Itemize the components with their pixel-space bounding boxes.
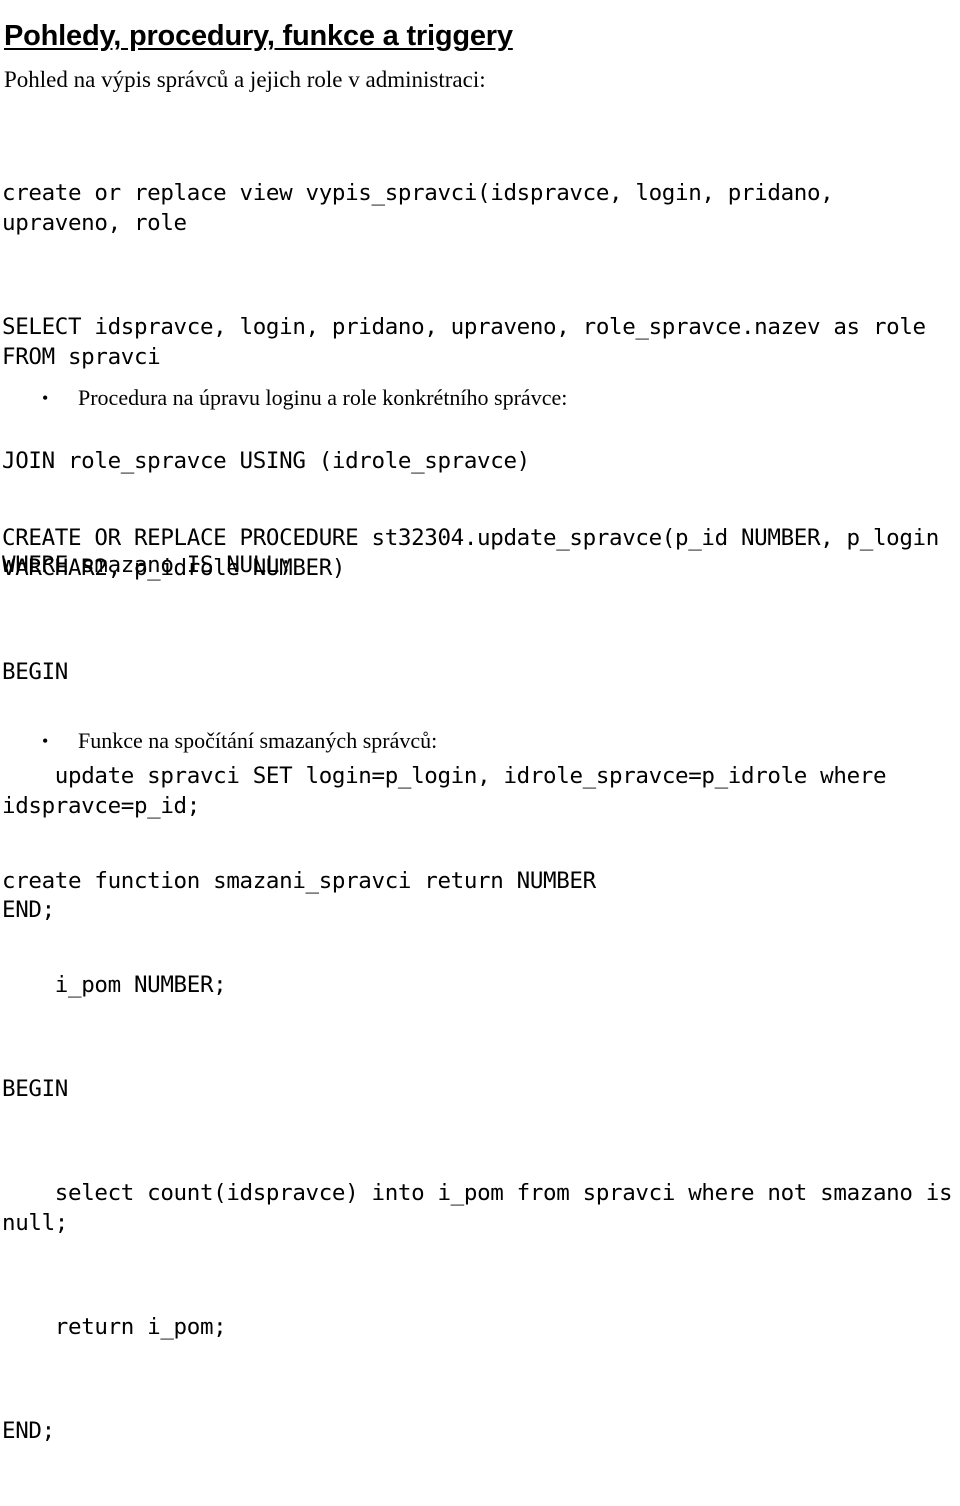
code-line-create-procedure: CREATE OR REPLACE PROCEDURE st32304.upda…	[2, 525, 953, 581]
code-line-select-count: select count(idspravce) into i_pom from …	[2, 1180, 953, 1236]
code-line-end: END;	[2, 1418, 55, 1444]
intro-paragraph: Pohled na výpis správců a jejich role v …	[4, 67, 486, 92]
code-block-function: create function smazani_spravci return N…	[2, 806, 958, 1506]
list-item-procedure: • Procedura na úpravu loginu a role konk…	[42, 384, 567, 412]
code-line-create-function: create function smazani_spravci return N…	[2, 868, 596, 894]
code-line-select: SELECT idspravce, login, pridano, uprave…	[2, 314, 939, 370]
code-line-create-view: create or replace view vypis_spravci(ids…	[2, 180, 847, 236]
bullet-icon: •	[42, 388, 49, 408]
page-title: Pohledy, procedury, funkce a triggery	[4, 20, 513, 53]
bullet-icon: •	[42, 731, 49, 751]
list-item-label: Procedura na úpravu loginu a role konkré…	[78, 385, 568, 410]
code-line-declare-ipom: i_pom NUMBER;	[2, 972, 227, 998]
list-item-label: Funkce na spočítání smazaných správců:	[78, 728, 438, 753]
document-page: Pohledy, procedury, funkce a triggery Po…	[0, 0, 960, 1444]
code-line-begin: BEGIN	[2, 659, 68, 685]
list-item-function: • Funkce na spočítání smazaných správců:	[42, 727, 437, 755]
code-line-return: return i_pom;	[2, 1314, 227, 1340]
code-line-begin: BEGIN	[2, 1076, 68, 1102]
